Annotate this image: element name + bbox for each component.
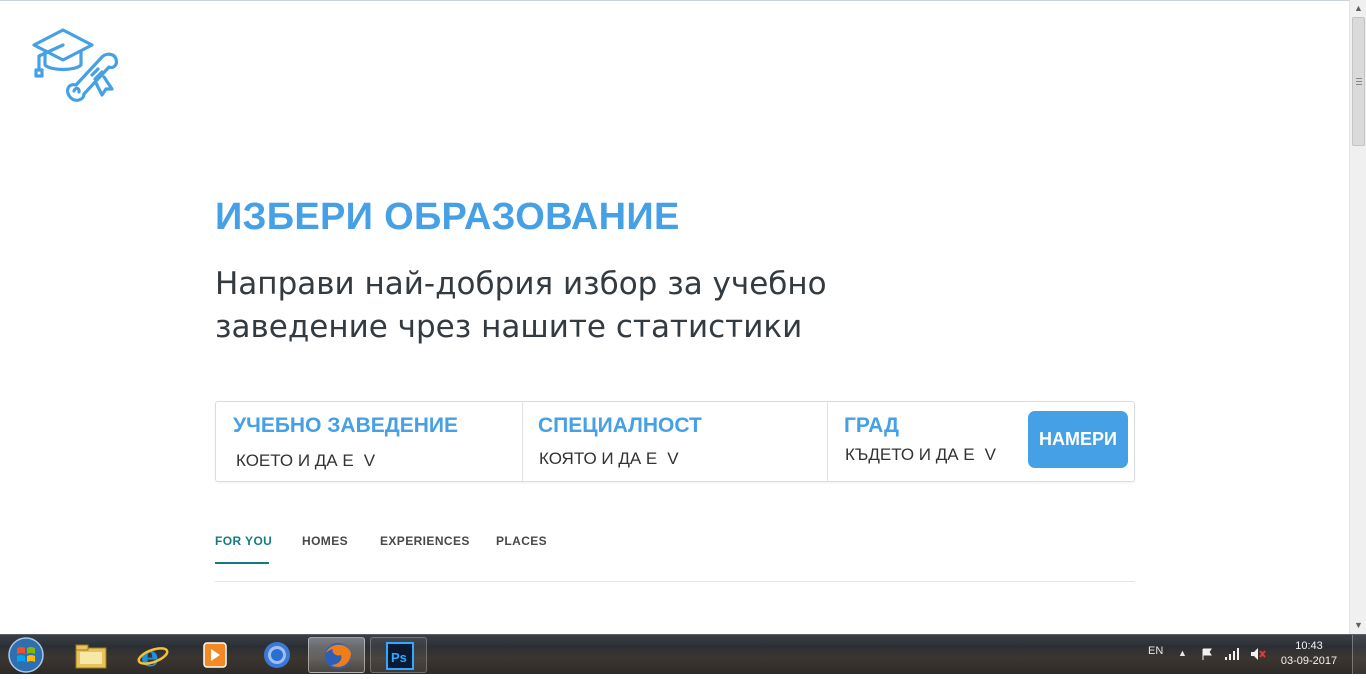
- search-form: УЧЕБНО ЗАВЕДЕНИЕ КОЕТО И ДА Е V СПЕЦИАЛНО…: [215, 401, 1135, 482]
- show-desktop-button[interactable]: [1352, 635, 1366, 675]
- search-button[interactable]: НАМЕРИ: [1028, 411, 1128, 468]
- city-dropdown[interactable]: КЪДЕТО И ДА Е V: [845, 445, 996, 465]
- volume-muted-icon[interactable]: [1250, 647, 1266, 661]
- scroll-down-arrow-icon[interactable]: ▼: [1350, 617, 1366, 634]
- file-explorer-taskbar-icon[interactable]: [62, 637, 119, 673]
- hero-title: ИЗБЕРИ ОБРАЗОВАНИЕ: [215, 196, 680, 238]
- category-tabs: FOR YOU HOMES EXPERIENCES PLACES: [215, 534, 1135, 582]
- school-dropdown-value: КОЕТО И ДА Е: [236, 451, 354, 470]
- city-filter[interactable]: ГРАД КЪДЕТО И ДА Е V: [828, 402, 1018, 481]
- specialty-dropdown-value: КОЯТО И ДА Е: [539, 449, 658, 468]
- photoshop-taskbar-icon[interactable]: Ps: [370, 637, 427, 673]
- tab-for-you[interactable]: FOR YOU: [215, 534, 272, 548]
- chevron-down-icon[interactable]: V: [985, 445, 996, 464]
- city-filter-label: ГРАД: [844, 414, 899, 437]
- internet-explorer-taskbar-icon[interactable]: e: [124, 637, 181, 673]
- windows-taskbar: e Ps EN ▲ 10:43 03-09-2017: [0, 634, 1366, 675]
- tabs-divider: [215, 581, 1135, 582]
- school-filter-label: УЧЕБНО ЗАВЕДЕНИЕ: [233, 414, 458, 437]
- language-indicator[interactable]: EN: [1148, 645, 1163, 657]
- scroll-thumb[interactable]: [1352, 17, 1365, 146]
- vertical-scrollbar[interactable]: ▲ ▼: [1349, 0, 1366, 634]
- specialty-dropdown[interactable]: КОЯТО И ДА Е V: [539, 449, 679, 469]
- action-center-flag-icon[interactable]: [1200, 647, 1214, 661]
- network-signal-icon[interactable]: [1224, 647, 1240, 661]
- scroll-up-arrow-icon[interactable]: ▲: [1350, 0, 1366, 17]
- chrome-taskbar-icon[interactable]: [248, 637, 305, 673]
- tab-experiences[interactable]: EXPERIENCES: [380, 534, 470, 548]
- clock-time: 10:43: [1295, 640, 1323, 652]
- city-dropdown-value: КЪДЕТО И ДА Е: [845, 445, 975, 464]
- system-clock[interactable]: 10:43 03-09-2017: [1278, 639, 1340, 669]
- start-button[interactable]: [4, 636, 48, 674]
- chevron-down-icon[interactable]: V: [364, 451, 375, 470]
- browser-viewport: ИЗБЕРИ ОБРАЗОВАНИЕ Направи най-добрия из…: [0, 0, 1349, 634]
- tab-places[interactable]: PLACES: [496, 534, 547, 548]
- specialty-filter[interactable]: СПЕЦИАЛНОСТ КОЯТО И ДА Е V: [523, 402, 828, 481]
- tray-expand-arrow-icon[interactable]: ▲: [1178, 648, 1187, 658]
- firefox-taskbar-icon[interactable]: [308, 637, 365, 673]
- tab-homes[interactable]: HOMES: [302, 534, 348, 548]
- media-player-taskbar-icon[interactable]: [186, 637, 243, 673]
- hero-subtitle: Направи най-добрия избор за учебно завед…: [215, 266, 827, 345]
- specialty-filter-label: СПЕЦИАЛНОСТ: [538, 414, 702, 437]
- chevron-down-icon[interactable]: V: [667, 449, 678, 468]
- clock-date: 03-09-2017: [1280, 655, 1338, 667]
- svg-text:Ps: Ps: [391, 650, 407, 665]
- active-tab-indicator: [215, 562, 269, 564]
- school-dropdown[interactable]: КОЕТО И ДА Е V: [236, 451, 375, 471]
- school-filter[interactable]: УЧЕБНО ЗАВЕДЕНИЕ КОЕТО И ДА Е V: [216, 402, 523, 481]
- graduation-logo-icon[interactable]: [32, 27, 120, 107]
